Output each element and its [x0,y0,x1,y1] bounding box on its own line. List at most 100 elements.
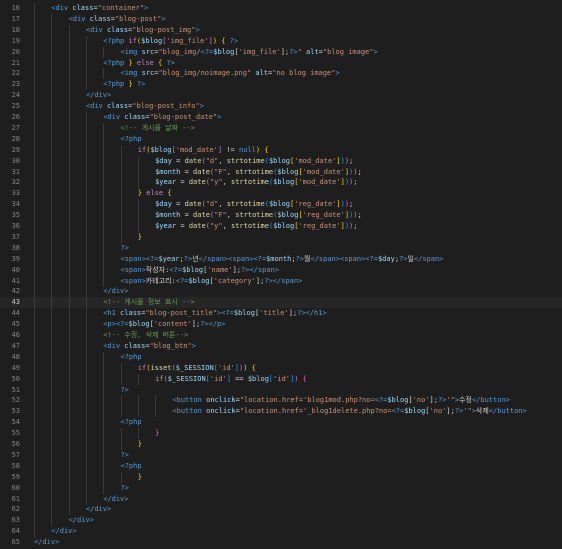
code-line[interactable]: 60 ?> [0,482,562,494]
code-line[interactable]: 49 if(isset($_SESSION['id'])) { [0,362,562,374]
code-line[interactable]: 44 <h1 class="blog-post_title"><?=$blog['… [0,308,562,320]
indent-guide [68,155,70,167]
code-line[interactable]: 43 <!-- 게시물 정보 표시 --> [0,297,562,309]
code-line[interactable]: 41 <span>카테고리:<?=$blog['category'];?></sp… [0,275,562,287]
code-line[interactable]: 58 <?php [0,460,562,472]
indent-guide [34,253,35,265]
code-text: <?php [121,134,142,145]
code-line[interactable]: 36 $year = date("y", strtotime($blog['reg… [0,221,562,232]
indent-guide [85,449,87,461]
code-line[interactable]: 29 if($blog['mod_date'] != null) { [0,144,562,156]
code-line[interactable]: 21 <?php } else { ?> [0,57,562,69]
code-line[interactable]: 57 ?> [0,449,562,461]
indent-guide [51,24,53,36]
line-number: 21 [11,58,20,67]
indent-guide [34,13,35,25]
code-line[interactable]: 31 $month = date("F", strtotime($blog['mo… [0,166,562,178]
code-line[interactable]: 24 </div> [0,90,562,102]
indent-guide [85,264,87,276]
code-token: ?> [120,483,129,492]
code-text: </div> [103,286,128,297]
code-line[interactable]: 20 <img src="blog_img/<?=$blog['img_file'… [0,46,562,58]
code-line[interactable]: 55} [0,428,562,440]
indent-guide [103,384,105,396]
code-line[interactable]: 34 $day = date("d", strtotime($blog['reg_… [0,199,562,211]
code-token: <button [172,407,207,416]
code-line[interactable]: 38 ?> [0,242,562,254]
code-line[interactable]: 16 <div class="container"> [0,3,562,14]
code-line[interactable]: 30 $day = date("d", strtotime($blog['mod_… [0,155,562,167]
code-line[interactable]: 35 $month = date("F", strtotime($blog['re… [0,210,562,222]
code-token: } [137,472,143,481]
indent-guide [120,188,122,200]
code-line[interactable]: 28 <?php [0,133,562,145]
code-token: { [264,145,269,154]
indent-guide [85,166,87,178]
code-line[interactable]: 17 <div class="blog-post"> [0,13,562,25]
code-token: <span> [120,254,146,263]
indent-guide [103,482,105,494]
code-line[interactable]: 18 <div class="blog-post_img"> [0,24,562,36]
code-token: <button [172,396,207,405]
code-line[interactable]: 65 </div> [0,537,562,548]
code-line[interactable]: 48 <?php [0,351,562,363]
code-line[interactable]: 26 <div class="blog-post_date"> [0,112,562,123]
code-line[interactable]: 33} else { [0,188,562,200]
code-line[interactable]: 53 <button onclick="location.href='_blog1… [0,406,562,418]
code-token: ]; [191,320,201,329]
code-line[interactable]: 61 </div> [0,493,562,505]
indent-guide [34,68,35,80]
indent-guide [34,144,35,156]
code-line[interactable]: 22 <img src="blog_img/noimage.png" alt="n… [0,68,562,80]
code-line[interactable]: 19 <?php if($blog['img_file']) { ?> [0,35,562,47]
code-token: 삭제 [475,407,489,416]
line-number: 20 [11,47,20,56]
code-token: onclick [206,396,236,405]
line-number: 63 [11,516,20,525]
indent-guide [51,264,53,276]
code-editor[interactable]: 16 <div class="container"> 17 <div class="b… [0,0,562,549]
code-line[interactable]: 63 </div> [0,515,562,527]
code-token: </h1> [305,309,327,318]
code-line[interactable]: 45 <p><?=$blog['content'];?></p> [0,319,562,331]
code-line[interactable]: 64 </div> [0,526,562,538]
indent-guide [51,101,53,113]
indent-guide [68,482,70,494]
indent-guide [34,188,35,200]
code-line[interactable]: 32 $year = date("y", strtotime($blog['mod… [0,177,562,189]
code-line[interactable]: 54 <?php [0,417,562,429]
code-token: strtotime [231,222,269,230]
code-token: , [222,222,231,230]
indent-guide [51,384,53,396]
code-token: > [199,102,204,111]
indent-guide [51,449,53,461]
indent-guide [68,101,70,113]
code-line[interactable]: 46 <!-- 수정, 삭제 버튼--> [0,330,562,341]
code-text: <?php [121,461,142,472]
code-text: <p><?=$blog['content'];?></p> [103,319,225,330]
code-line[interactable]: 59} [0,471,562,483]
indent-guide [51,297,53,309]
code-line[interactable]: 51 ?> [0,384,562,396]
indent-guide [51,515,53,527]
code-token: > [195,25,200,34]
code-line[interactable]: 52 <button onclick="location.href='blog1m… [0,395,562,407]
indent-guide [51,417,53,429]
code-token: = [180,167,194,176]
code-line[interactable]: 40 <span>작성자:<?=$blog['name'];?></span> [0,264,562,276]
code-line[interactable]: 56} [0,439,562,450]
code-line[interactable]: 62 </div> [0,504,562,516]
code-line[interactable]: 25 <div class="blog-post_info"> [0,101,562,113]
code-line[interactable]: 23 <?php } ?> [0,79,562,91]
code-line[interactable]: 27 <!-- 게시물 날짜 --> [0,122,562,134]
indent-guide [85,79,87,91]
line-number: 23 [11,80,20,89]
code-line[interactable]: 47 <div class="blog_btn"> [0,340,562,352]
indent-guide [103,395,105,407]
code-line[interactable]: 39 <span><?=$year;?>년</span><span><?=$mon… [0,253,562,265]
code-token: ; [353,178,358,187]
code-line[interactable]: 42 </div> [0,286,562,298]
indent-guide [34,526,35,538]
code-line[interactable]: 37} [0,231,562,243]
code-line[interactable]: 50 if($_SESSION['id'] == $blog['id']) { [0,373,562,385]
